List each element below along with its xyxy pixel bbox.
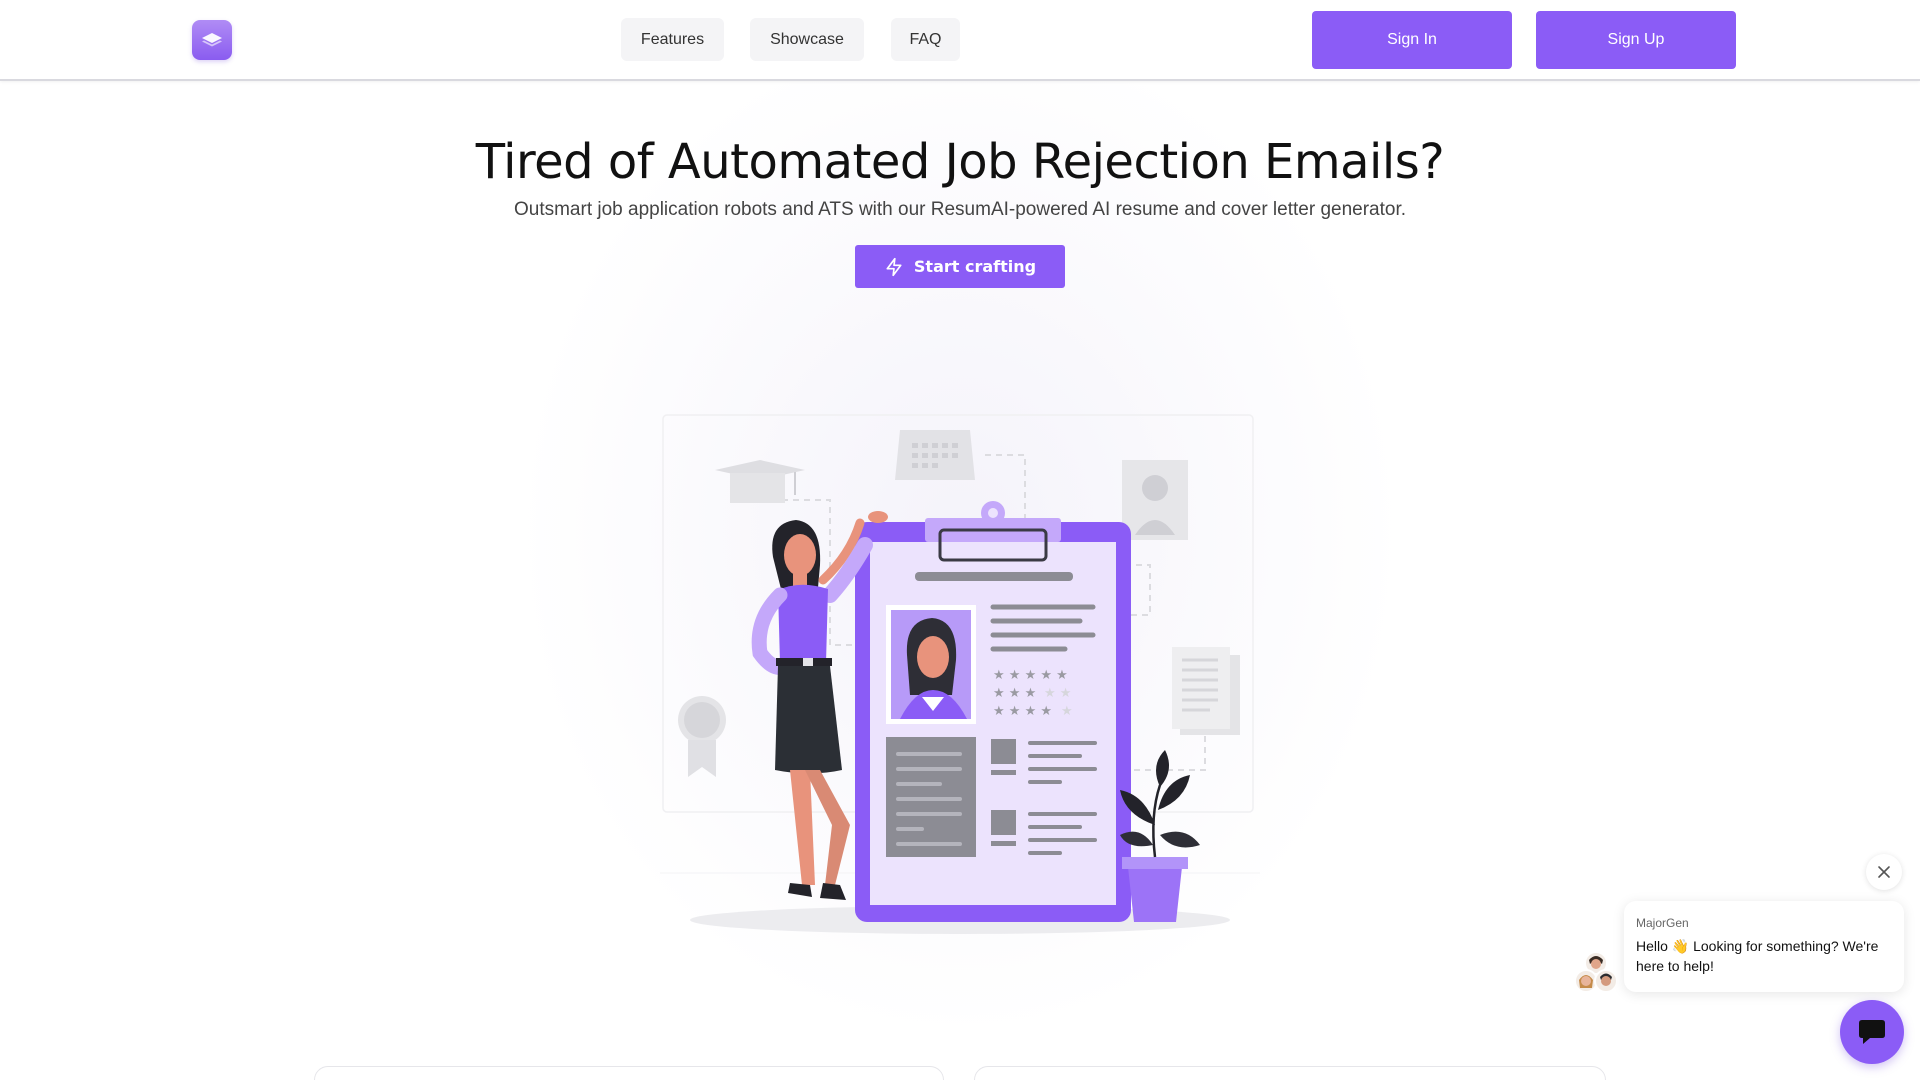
lightning-icon bbox=[886, 257, 902, 276]
nav-features-label: Features bbox=[640, 30, 705, 48]
chat-launcher-button[interactable] bbox=[1840, 1000, 1904, 1064]
nav-showcase-label: Showcase bbox=[770, 30, 844, 48]
document-stack-icon bbox=[1172, 647, 1240, 735]
sign-in-button[interactable]: Sign In bbox=[1312, 11, 1512, 69]
start-crafting-label: Start crafting bbox=[913, 257, 1037, 276]
support-avatars bbox=[1574, 950, 1618, 994]
chat-greeting-bubble[interactable]: MajorGen Hello 👋 Looking for something? … bbox=[1624, 901, 1904, 992]
close-icon bbox=[1878, 866, 1890, 878]
award-ribbon-icon bbox=[678, 696, 726, 777]
profile-card-icon bbox=[1122, 460, 1188, 540]
sign-up-label: Sign Up bbox=[1607, 31, 1665, 48]
hero-subtitle: Outsmart job application robots and ATS … bbox=[513, 199, 1407, 220]
chat-message: Hello 👋 Looking for something? We're her… bbox=[1636, 938, 1879, 974]
chat-icon bbox=[1859, 1020, 1885, 1044]
svg-text:★ ★: ★ ★ bbox=[1044, 686, 1071, 701]
calendar-icon bbox=[895, 430, 975, 480]
start-crafting-button[interactable]: Start crafting bbox=[855, 245, 1065, 288]
logo[interactable] bbox=[192, 20, 232, 60]
nav-showcase[interactable]: Showcase bbox=[750, 18, 864, 61]
svg-text:★ ★ ★ ★: ★ ★ ★ ★ bbox=[993, 704, 1052, 719]
svg-text:★ ★ ★ ★ ★: ★ ★ ★ ★ ★ bbox=[993, 668, 1068, 683]
svg-text:★ ★ ★: ★ ★ ★ bbox=[993, 686, 1036, 701]
nav-features[interactable]: Features bbox=[621, 18, 724, 61]
feature-card-left bbox=[314, 1066, 944, 1080]
hero-title: Tired of Automated Job Rejection Emails? bbox=[475, 134, 1445, 190]
chat-agent-name: MajorGen bbox=[1636, 916, 1689, 930]
nav-faq-label: FAQ bbox=[909, 30, 942, 48]
woman-with-resume-clipboard-illustration: ★ ★ ★ ★ ★ ★ ★ ★ ★ ★ ★ ★ ★ ★ ★ bbox=[660, 414, 1260, 934]
resume-clipboard: ★ ★ ★ ★ ★ ★ ★ ★ ★ ★ ★ ★ ★ ★ ★ bbox=[855, 501, 1131, 922]
sign-up-button[interactable]: Sign Up bbox=[1536, 11, 1736, 69]
layers-logo-icon bbox=[202, 33, 222, 47]
svg-text:★: ★ bbox=[1061, 704, 1073, 719]
plant-pot bbox=[1120, 750, 1200, 922]
chat-close-button[interactable] bbox=[1866, 854, 1902, 890]
top-navbar: Features Showcase FAQ Sign In Sign Up bbox=[0, 0, 1920, 81]
nav-faq[interactable]: FAQ bbox=[891, 18, 960, 61]
sign-in-label: Sign In bbox=[1387, 31, 1437, 48]
feature-card-right bbox=[974, 1066, 1606, 1080]
graduation-cap-icon bbox=[715, 460, 805, 503]
